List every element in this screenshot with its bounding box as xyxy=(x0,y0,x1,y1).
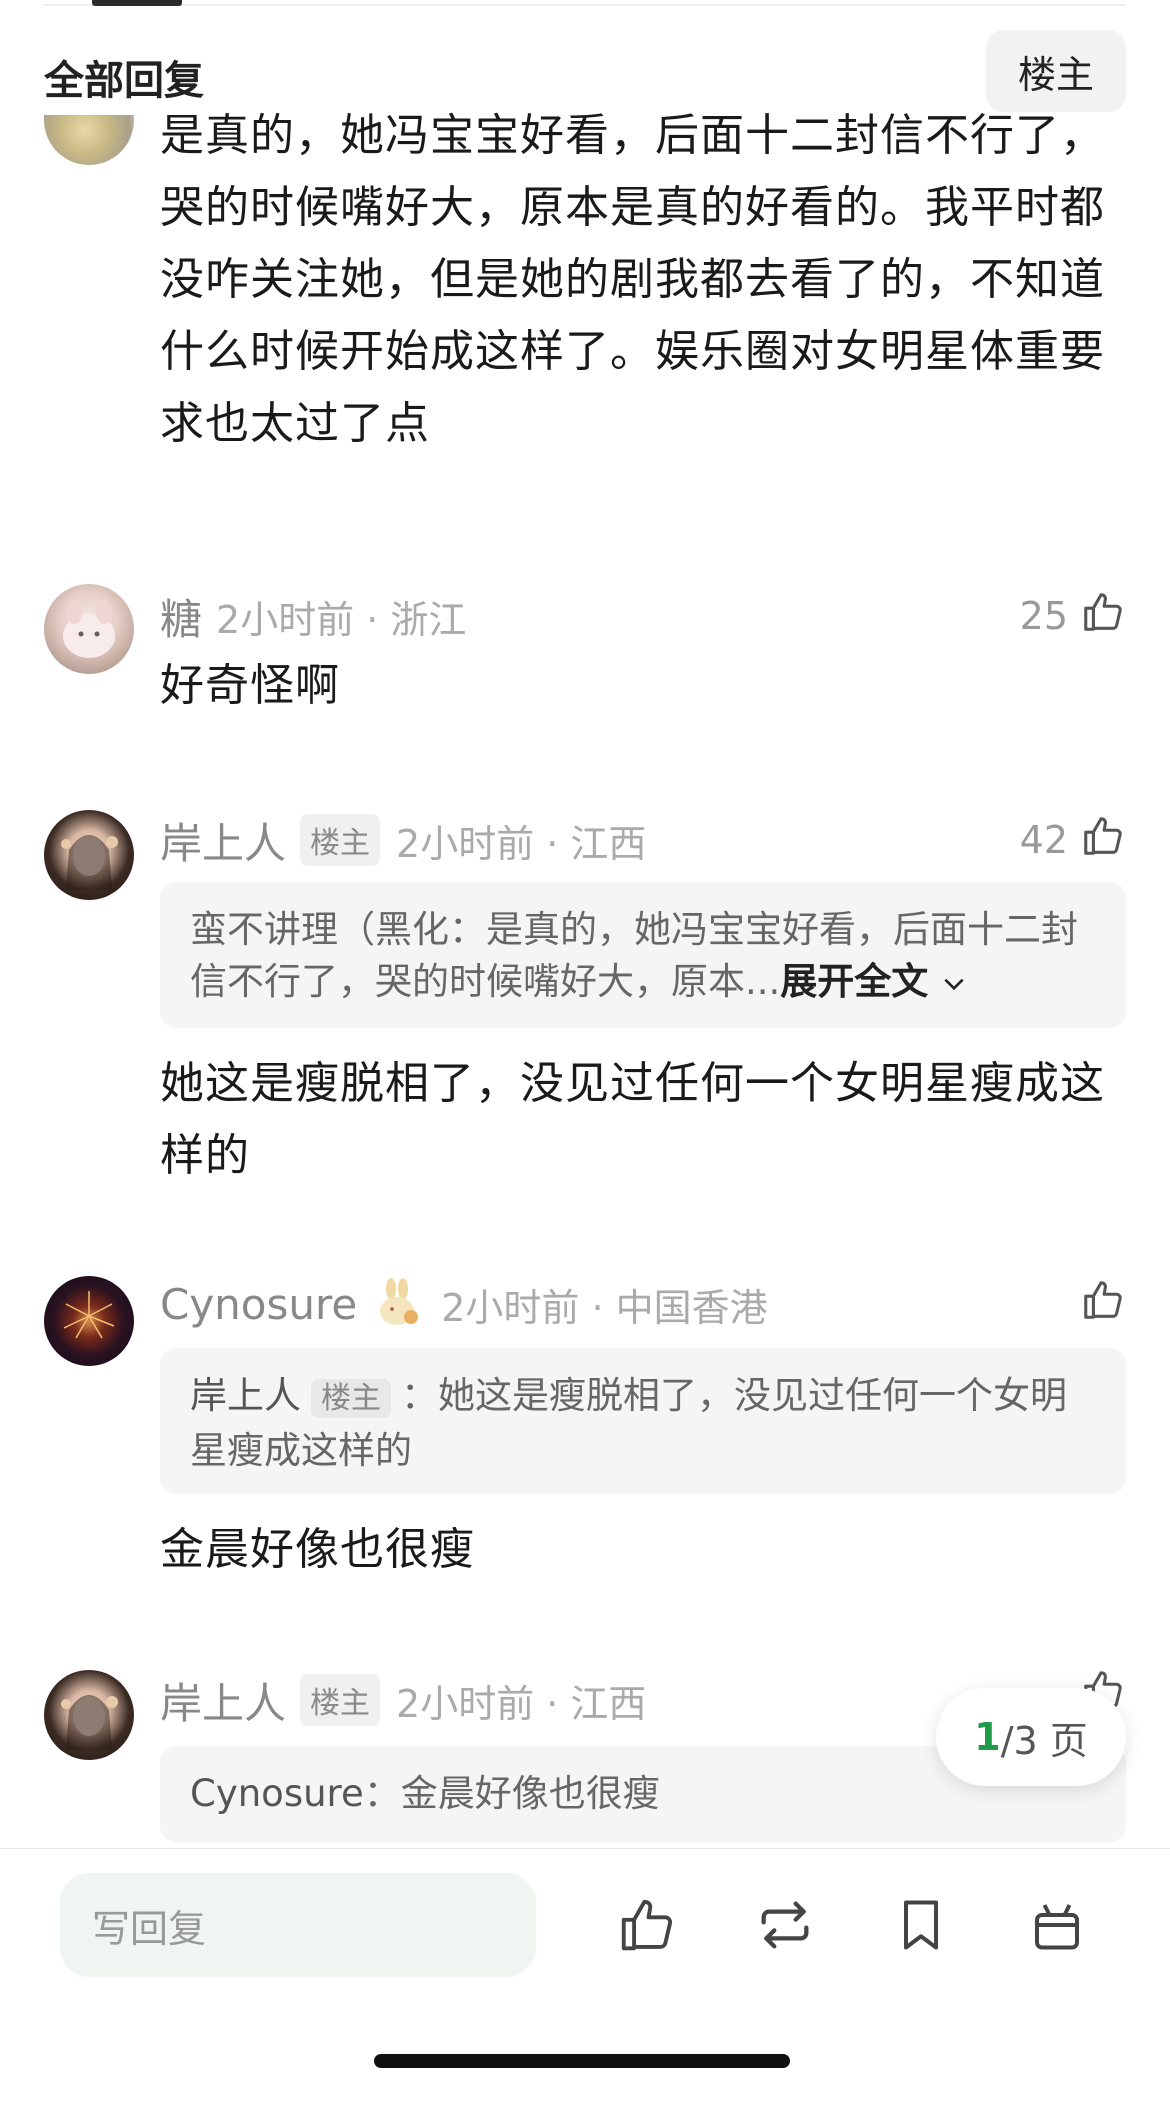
like-button[interactable] xyxy=(1080,1276,1126,1332)
expand-full-text-link[interactable]: 展开全文 xyxy=(780,960,967,1003)
repost-icon xyxy=(761,1901,809,1949)
bottom-action-bar: 写回复 xyxy=(0,1848,1170,2112)
quoted-reply[interactable]: 蛮不讲理（黑化：是真的，她冯宝宝好看，后面十二封信不行了，哭的时候嘴好大，原本.… xyxy=(160,882,1126,1028)
comment-text: 金晨好像也很瘦 xyxy=(160,1524,475,1575)
op-badge: 楼主 xyxy=(300,1674,381,1726)
username[interactable]: 岸上人 xyxy=(160,1670,286,1731)
comment-text: 是真的，她冯宝宝好看，后面十二封信不行了，哭的时候嘴好大，原本是真的好看的。我平… xyxy=(160,110,1105,449)
comment-meta: 糖 2小时前 · 浙江 xyxy=(160,588,466,644)
avatar[interactable] xyxy=(44,810,134,900)
like-button[interactable]: 42 xyxy=(1020,812,1126,868)
username[interactable]: 糖 xyxy=(160,586,202,647)
quote-text: 金晨好像也很瘦 xyxy=(400,1772,660,1815)
like-count: 25 xyxy=(1019,594,1068,638)
quote-separator: ： xyxy=(363,1772,401,1815)
bookmark-icon xyxy=(904,1900,938,1950)
active-tab-indicator xyxy=(92,0,182,6)
like-count: 42 xyxy=(1019,818,1068,862)
home-indicator xyxy=(374,2054,790,2068)
timestamp-location: 2小时前 · 中国香港 xyxy=(441,1285,768,1330)
gift-icon xyxy=(1035,1904,1079,1950)
like-post-button[interactable] xyxy=(612,1885,682,1965)
quote-username[interactable]: Cynosure xyxy=(190,1772,364,1815)
total-pages-label: /3 页 xyxy=(1000,1718,1088,1763)
quote-separator: ： xyxy=(401,1374,438,1417)
thumb-up-icon xyxy=(1080,1277,1126,1332)
avatar[interactable] xyxy=(44,115,134,165)
username[interactable]: 岸上人 xyxy=(160,810,286,871)
avatar[interactable] xyxy=(44,1670,134,1760)
timestamp-location: 2小时前 · 江西 xyxy=(396,821,647,866)
all-replies-title: 全部回复 xyxy=(44,58,204,104)
page-indicator-button[interactable]: 1/3 页 xyxy=(936,1688,1126,1786)
top-divider xyxy=(44,4,1126,6)
thumb-up-icon xyxy=(1080,589,1126,644)
repost-button[interactable] xyxy=(750,1885,820,1965)
comment-text: 好奇怪啊 xyxy=(160,660,340,711)
chevron-down-icon xyxy=(944,978,964,991)
thumb-up-icon xyxy=(621,1899,673,1951)
reply-placeholder: 写回复 xyxy=(92,1906,207,1951)
avatar[interactable] xyxy=(44,584,134,674)
quote-username[interactable]: 岸上人 xyxy=(190,1374,301,1417)
like-button[interactable]: 25 xyxy=(1020,588,1126,644)
gift-button[interactable] xyxy=(1022,1885,1092,1965)
op-badge: 楼主 xyxy=(300,814,381,866)
comment-meta: Cynosure 2小时前 · 中国香港 xyxy=(160,1276,768,1332)
comment-meta: 岸上人 楼主 2小时前 · 江西 xyxy=(160,812,646,868)
timestamp-location: 2小时前 · 江西 xyxy=(396,1681,647,1726)
timestamp-location: 2小时前 · 浙江 xyxy=(216,597,467,642)
reply-input[interactable]: 写回复 xyxy=(60,1873,536,1977)
comment-meta: 岸上人 楼主 2小时前 · 江西 xyxy=(160,1672,646,1728)
avatar[interactable] xyxy=(44,1276,134,1366)
op-badge: 楼主 xyxy=(311,1379,391,1418)
bookmark-button[interactable] xyxy=(886,1885,956,1965)
thumb-up-icon xyxy=(1080,813,1126,868)
username[interactable]: Cynosure xyxy=(160,1280,357,1329)
quoted-reply[interactable]: 岸上人 楼主 ：她这是瘦脱相了，没见过任何一个女明星瘦成这样的 xyxy=(160,1348,1126,1494)
comment-text: 她这是瘦脱相了，没见过任何一个女明星瘦成这样的 xyxy=(160,1058,1105,1181)
rabbit-icon xyxy=(371,1277,425,1331)
current-page: 1 xyxy=(974,1715,1001,1759)
